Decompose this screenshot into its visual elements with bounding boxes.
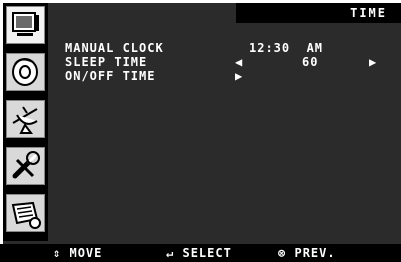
prev-label: PREV. (294, 246, 336, 260)
select-hint: ↵ SELECT (166, 246, 232, 260)
page-title: TIME (350, 6, 387, 20)
sleep-time-value: 60 (302, 55, 319, 69)
on-off-time-arrow-icon[interactable]: ▶ (235, 69, 242, 83)
menu-sidebar (3, 3, 48, 241)
select-label: SELECT (182, 246, 232, 260)
sleep-time-left-arrow-icon[interactable]: ◀ (235, 55, 242, 69)
sidebar-item-sound[interactable] (6, 53, 45, 91)
osd-menu-panel: TIME MANUAL CLOCK 12:30 AM SLEEP TIME ◀ … (3, 3, 401, 244)
prev-hint: ⊗ PREV. (278, 246, 336, 260)
sleep-time-label[interactable]: SLEEP TIME (65, 55, 147, 69)
channel-icon (12, 106, 38, 134)
sidebar-item-picture[interactable] (6, 6, 45, 44)
sound-icon (12, 58, 38, 86)
prev-icon: ⊗ (278, 246, 287, 260)
sidebar-item-time[interactable] (6, 194, 45, 232)
sidebar-item-setup[interactable] (6, 147, 45, 185)
time-icon (11, 201, 41, 229)
title-bar: TIME (236, 3, 401, 23)
footer-hint-bar: ⇕ MOVE ↵ SELECT ⊗ PREV. (0, 244, 401, 262)
move-label: MOVE (69, 246, 103, 260)
on-off-time-label[interactable]: ON/OFF TIME (65, 69, 155, 83)
select-icon: ↵ (166, 246, 175, 260)
move-icon: ⇕ (53, 246, 62, 260)
manual-clock-value: 12:30 AM (249, 41, 324, 55)
manual-clock-label[interactable]: MANUAL CLOCK (65, 41, 164, 55)
sidebar-item-channel[interactable] (6, 100, 45, 138)
setup-icon (12, 151, 40, 179)
sleep-time-right-arrow-icon[interactable]: ▶ (369, 55, 376, 69)
picture-icon (12, 12, 39, 36)
move-hint: ⇕ MOVE (53, 246, 102, 260)
